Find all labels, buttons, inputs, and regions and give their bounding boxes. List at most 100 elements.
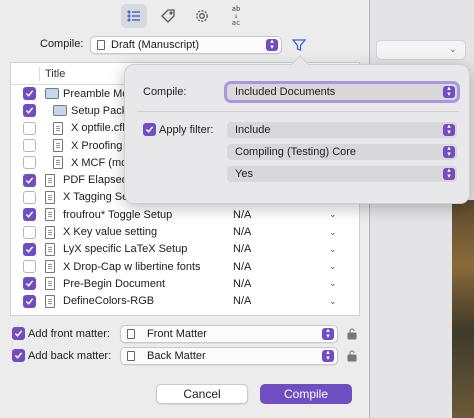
back-matter-popup[interactable]: Back Matter ▴ ▾ [120,347,338,365]
include-checkbox[interactable] [23,190,36,204]
front-matter-label: Add front matter: [28,328,110,340]
chevron-down-icon[interactable]: ⌄ [329,296,337,307]
row-title: Pre-Begin Document [63,277,166,290]
front-matter-checkbox[interactable] [12,327,25,340]
document-icon [45,208,55,222]
chevron-down-icon: ⌄ [448,44,457,55]
chevron-down-icon[interactable]: ⌄ [329,227,337,238]
cancel-button[interactable]: Cancel [156,384,248,404]
list-icon [127,10,140,22]
row-section-type[interactable]: N/A [233,261,251,273]
row-title: PDF Elapsed [63,174,128,187]
table-row[interactable]: LyX specific LaTeX Setup N/A ⌄ [11,241,359,258]
column-separator [39,67,40,81]
row-section-type[interactable]: N/A [233,226,251,238]
checkmark-icon [25,280,34,288]
include-checkbox[interactable] [23,294,36,308]
document-icon [45,225,55,239]
document-icon [45,173,55,187]
back-matter-checkbox[interactable] [12,349,25,362]
gear-icon [196,10,208,22]
include-checkbox[interactable] [23,242,36,256]
lock-icon[interactable] [347,350,357,362]
row-title: froufrou* Toggle Setup [63,208,173,221]
checkmark-icon [25,211,34,219]
document-icon [97,40,105,50]
background-popup: ⌄ [376,40,466,60]
include-checkbox[interactable] [23,225,36,239]
chevron-down-icon[interactable]: ⌄ [329,209,337,220]
apply-filter-checkbox[interactable] [143,123,156,136]
document-icon [45,277,55,291]
include-checkbox[interactable] [23,87,36,101]
checkmark-icon [14,330,23,337]
row-section-type[interactable]: N/A [233,243,251,255]
document-icon [45,190,55,204]
filter-icon[interactable] [291,37,307,53]
row-section-type[interactable]: N/A [233,278,251,290]
compile-button[interactable]: Compile [260,384,352,404]
included-documents-value: Included Documents [235,86,336,98]
checkmark-icon [25,176,34,184]
front-matter-popup[interactable]: Front Matter ▴ ▾ [120,325,338,343]
folder-icon [53,105,67,117]
table-row[interactable]: X Key value setting N/A ⌄ [11,223,359,240]
chevron-down-icon[interactable]: ⌄ [329,244,337,255]
document-icon [127,329,135,339]
metadata-tab-button[interactable] [155,4,181,28]
row-title: X MCF (mc [71,156,127,169]
popup-stepper-icon: ▴ ▾ [443,123,455,136]
popup-stepper-icon: ▴ ▾ [443,167,455,180]
chevron-down-icon[interactable]: ⌄ [329,278,337,289]
back-matter-value: Back Matter [147,350,206,362]
included-documents-popup[interactable]: Included Documents ▴ ▾ [224,81,460,103]
title-column-header[interactable]: Title [45,68,65,80]
table-row[interactable]: Pre-Begin Document N/A ⌄ [11,275,359,292]
row-title: DefineColors-RGB [63,295,155,308]
table-row[interactable]: froufrou* Toggle Setup N/A ⌄ [11,206,359,223]
options-tab-button[interactable] [189,4,215,28]
contents-tab-button[interactable] [121,4,147,28]
row-section-type[interactable]: N/A [233,295,251,307]
include-checkbox[interactable] [23,121,36,135]
front-matter-value: Front Matter [147,328,207,340]
include-checkbox[interactable] [23,104,36,118]
background-image [452,200,474,418]
popup-stepper-icon: ▴ ▾ [322,349,334,362]
table-row[interactable]: X Drop-Cap w libertine fonts N/A ⌄ [11,258,359,275]
compile-format-value: Draft (Manuscript) [111,39,200,51]
filter-value-popup[interactable]: Yes ▴ ▾ [227,166,457,182]
checkmark-icon [25,107,34,115]
row-title: Setup Pack [71,104,128,117]
tag-icon [161,9,175,23]
include-checkbox[interactable] [23,156,36,170]
back-matter-row: Add back matter: Back Matter ▴ ▾ [0,346,370,366]
include-checkbox[interactable] [23,208,36,222]
document-icon [53,121,63,135]
row-section-type[interactable]: N/A [233,209,251,221]
chevron-down-icon[interactable]: ⌄ [329,261,337,272]
popover-divider [137,111,459,112]
back-matter-label: Add back matter: [28,350,112,362]
replacements-tab-button[interactable]: ab ↓ ac [223,4,249,28]
popup-stepper-icon: ▴ ▾ [266,38,278,51]
compile-sheet: ab ↓ ac Compile: Draft (Manuscript) ▴ ▾ T… [0,0,370,418]
include-checkbox[interactable] [23,277,36,291]
document-icon [45,242,55,256]
filter-popover: Compile: Included Documents ▴ ▾ Apply fil… [124,55,470,204]
compile-toolbar: ab ↓ ac [0,0,370,32]
table-row[interactable]: DefineColors-RGB N/A ⌄ [11,293,359,310]
filter-mode-popup[interactable]: Include ▴ ▾ [227,122,457,138]
document-icon [45,294,55,308]
filter-target-value: Compiling (Testing) Core [235,146,357,158]
filter-target-popup[interactable]: Compiling (Testing) Core ▴ ▾ [227,144,457,160]
include-checkbox[interactable] [23,139,36,153]
compile-format-popup[interactable]: Draft (Manuscript) ▴ ▾ [90,36,282,54]
lock-icon[interactable] [347,328,357,340]
compile-format-row: Compile: Draft (Manuscript) ▴ ▾ [0,34,370,56]
row-title: LyX specific LaTeX Setup [63,243,188,256]
include-checkbox[interactable] [23,173,36,187]
row-title: Preamble Mo [63,87,129,100]
include-checkbox[interactable] [23,260,36,274]
row-title: X optfile.cfl [71,122,125,135]
